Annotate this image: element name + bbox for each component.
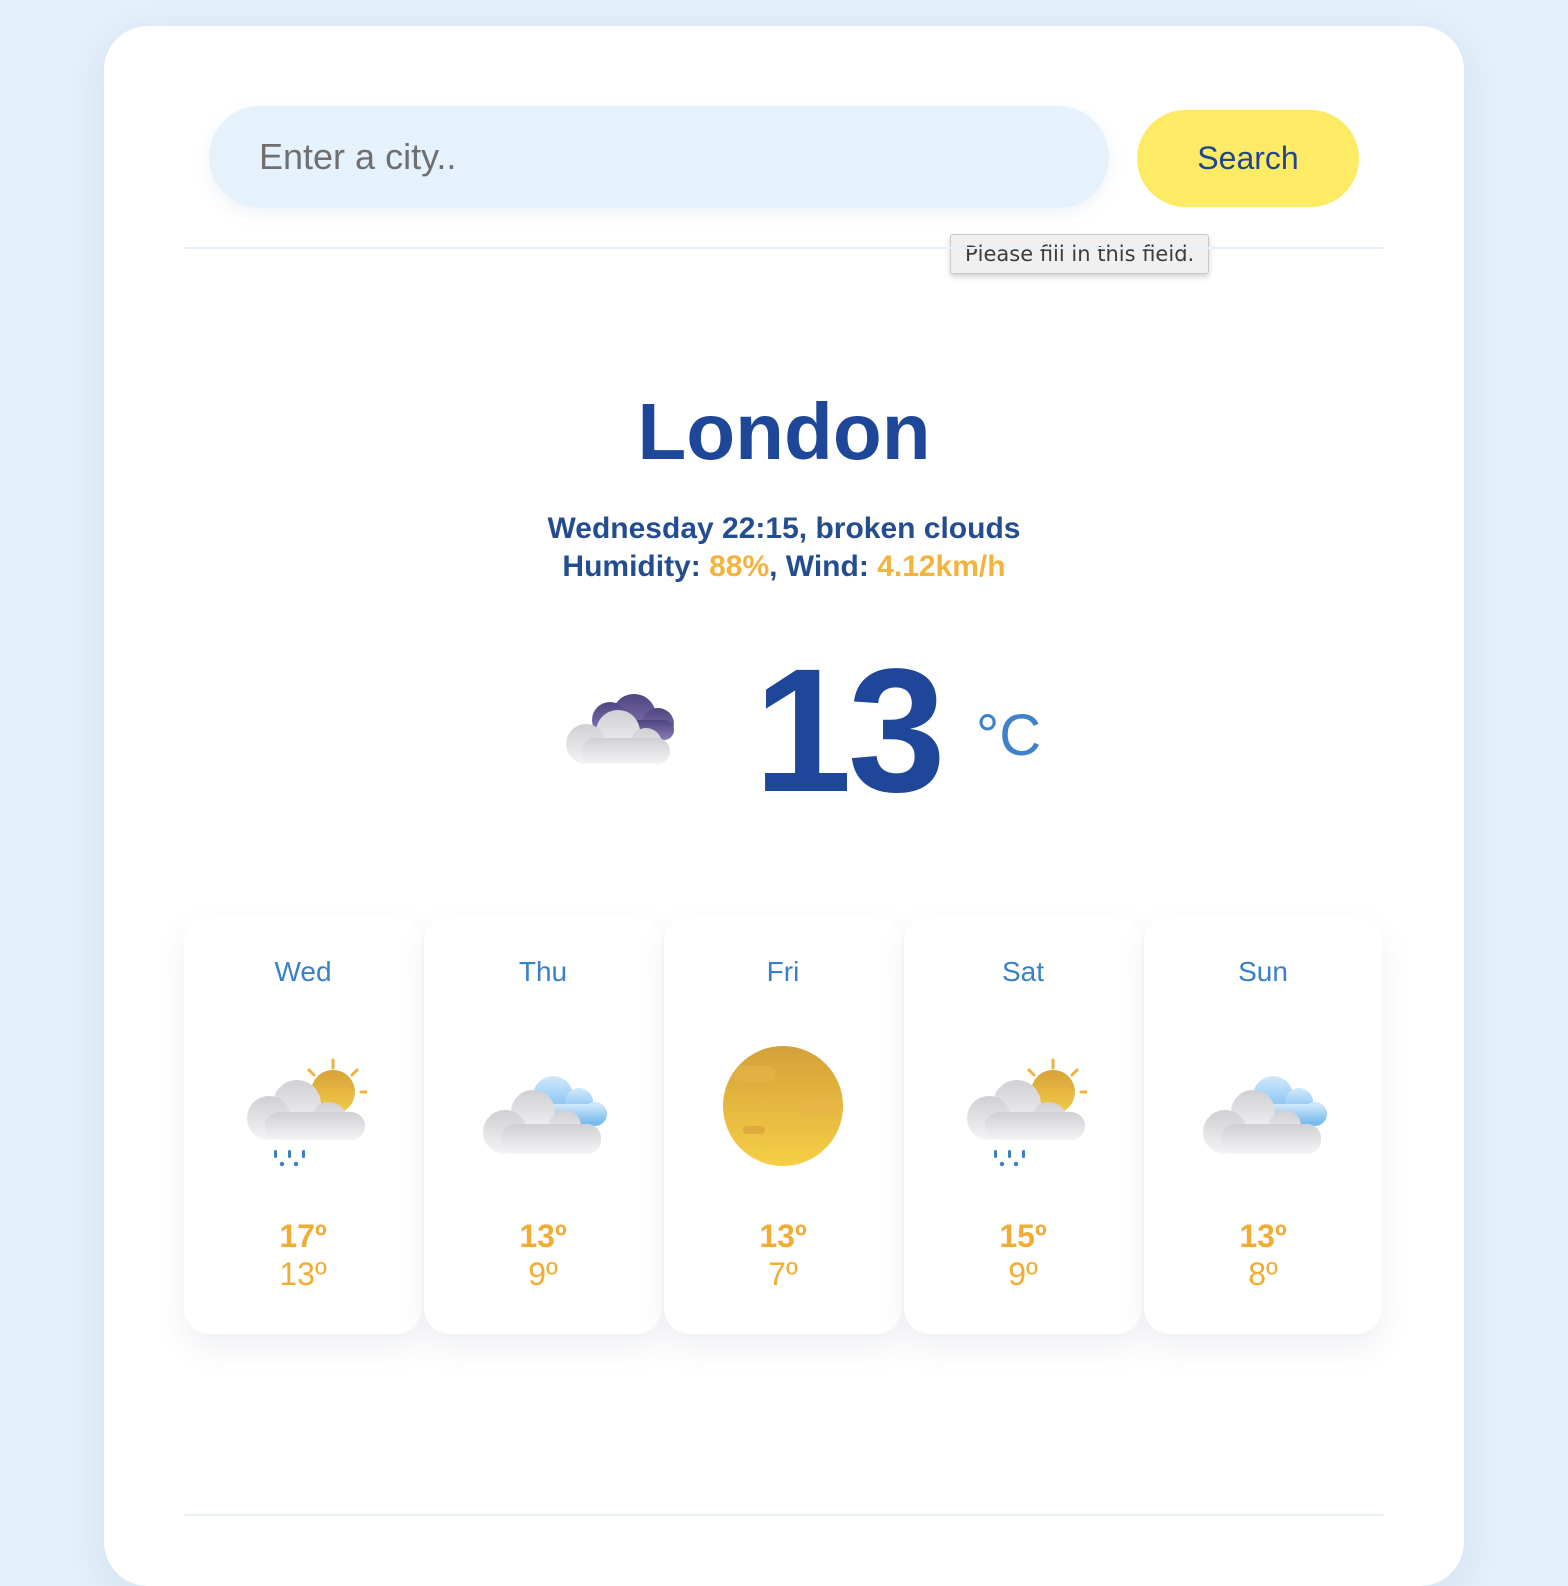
humidity-label: Humidity: (562, 550, 701, 583)
search-form: Search (209, 106, 1359, 208)
clouds-icon (1203, 1076, 1327, 1154)
wind-label: Wind: (785, 550, 869, 583)
forecast-day-name: Sun (1238, 956, 1288, 987)
forecast-day-card: Sun 13º 8º (1144, 916, 1382, 1334)
top-divider (184, 247, 1384, 249)
rain-sun-icon (247, 1058, 367, 1167)
forecast-min-temp: 13º (279, 1256, 327, 1292)
bottom-divider (184, 1514, 1384, 1516)
weather-card: Search Please fill in this field. London… (104, 26, 1464, 1586)
forecast-min-temp: 8º (1248, 1256, 1278, 1292)
broken-clouds-icon (566, 694, 674, 764)
temperature-unit[interactable]: °C (976, 702, 1041, 769)
search-input[interactable] (209, 106, 1109, 208)
humidity-wind-line: Humidity: 88%, Wind: 4.12km/h (562, 550, 1006, 583)
weather-details: Wednesday 22:15, broken clouds Humidity:… (104, 510, 1464, 586)
forecast-day-name: Sat (1001, 956, 1045, 987)
forecast-day-name: Wed (274, 956, 332, 987)
forecast-max-temp: 15º (999, 1218, 1047, 1254)
forecast-day-name: Fri (766, 956, 800, 987)
wind-value: 4.12km/h (877, 550, 1006, 583)
day-time: Wednesday 22:15 (547, 512, 799, 545)
forecast-max-temp: 17º (279, 1218, 327, 1254)
forecast-max-temp: 13º (759, 1218, 807, 1254)
rain-sun-icon (967, 1058, 1087, 1167)
humidity-value: 88% (709, 550, 770, 583)
validation-tooltip: Please fill in this field. (950, 234, 1210, 274)
forecast-day-card: Fri 13º 7º (664, 916, 902, 1334)
forecast-max-temp: 13º (1239, 1218, 1287, 1254)
forecast-min-temp: 9º (1008, 1256, 1038, 1292)
date-description-line: Wednesday 22:15, broken clouds (547, 512, 1021, 545)
search-button[interactable]: Search (1137, 110, 1359, 207)
forecast-day-name: Thu (518, 956, 568, 987)
forecast-min-temp: 9º (528, 1256, 558, 1292)
city-name: London (637, 387, 931, 476)
clouds-icon (483, 1076, 607, 1154)
current-weather: 13 °C (558, 633, 1058, 829)
current-temperature: 13 (754, 633, 946, 829)
forecast-min-temp: 7º (768, 1256, 798, 1292)
forecast-list: Wed 17º 13º Thu 13º 9º Fri 13º 7º Sat 15… (184, 916, 1384, 1334)
weather-description: broken clouds (815, 512, 1021, 545)
forecast-day-card: Wed 17º 13º (184, 916, 422, 1334)
forecast-day-card: Sat 15º 9º (904, 916, 1142, 1334)
forecast-day-card: Thu 13º 9º (424, 916, 662, 1334)
forecast-max-temp: 13º (519, 1218, 567, 1254)
sun-icon (723, 1046, 843, 1166)
